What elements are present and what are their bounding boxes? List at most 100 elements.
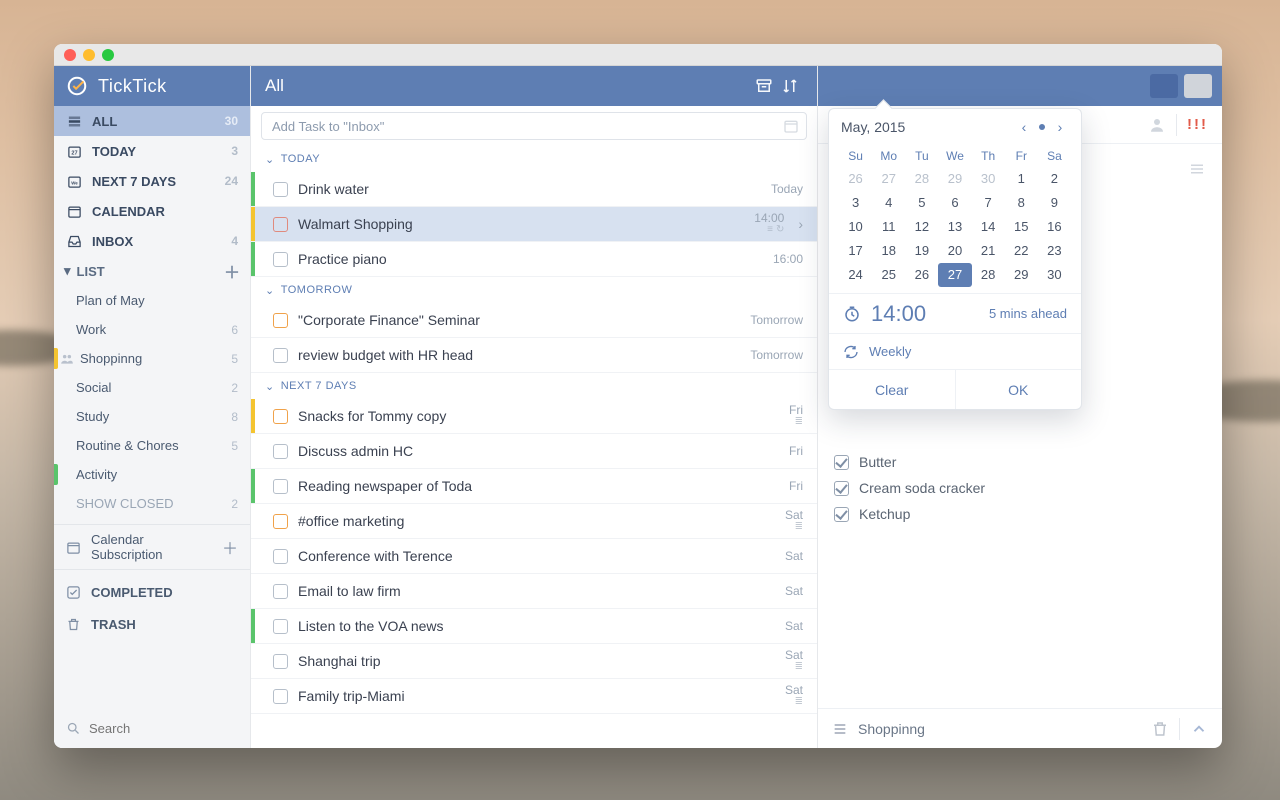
ok-button[interactable]: OK: [956, 370, 1082, 409]
smartlist-today[interactable]: 27TODAY3: [54, 136, 250, 166]
reminder-label[interactable]: 5 mins ahead: [989, 306, 1067, 321]
add-calendar-button[interactable]: ＋: [222, 535, 238, 559]
trash-icon[interactable]: [1151, 720, 1169, 738]
checklist-checkbox[interactable]: [834, 507, 849, 522]
task-checkbox[interactable]: [273, 479, 288, 494]
sort-icon[interactable]: [777, 73, 803, 99]
calendar-day[interactable]: 12: [905, 215, 938, 239]
task-checkbox[interactable]: [273, 689, 288, 704]
task-row[interactable]: Discuss admin HCFri: [251, 434, 817, 469]
calendar-day[interactable]: 23: [1038, 239, 1071, 263]
add-task-input[interactable]: [261, 112, 807, 140]
clear-button[interactable]: Clear: [829, 370, 956, 409]
checklist-checkbox[interactable]: [834, 455, 849, 470]
list-item[interactable]: SHOW CLOSED2: [54, 489, 250, 518]
calendar-day[interactable]: 28: [905, 167, 938, 191]
task-checkbox[interactable]: [273, 348, 288, 363]
list-item[interactable]: Shoppinng5: [54, 344, 250, 373]
calendar-day[interactable]: 1: [1005, 167, 1038, 191]
task-checkbox[interactable]: [273, 654, 288, 669]
archive-icon[interactable]: [751, 73, 777, 99]
task-row[interactable]: Reading newspaper of TodaFri: [251, 469, 817, 504]
calendar-day[interactable]: 29: [938, 167, 971, 191]
calendar-day[interactable]: 19: [905, 239, 938, 263]
task-checkbox[interactable]: [273, 619, 288, 634]
task-row[interactable]: Snacks for Tommy copyFri≣: [251, 399, 817, 434]
calendar-day[interactable]: 29: [1005, 263, 1038, 287]
task-row[interactable]: Practice piano16:00: [251, 242, 817, 277]
list-item[interactable]: Routine & Chores5: [54, 431, 250, 460]
calendar-day[interactable]: 30: [972, 167, 1005, 191]
calendar-day[interactable]: 16: [1038, 215, 1071, 239]
calendar-day[interactable]: 14: [972, 215, 1005, 239]
checklist-item[interactable]: Ketchup: [834, 506, 1206, 522]
smartlist-calendar[interactable]: CALENDAR: [54, 196, 250, 226]
checklist-item[interactable]: Cream soda cracker: [834, 480, 1206, 496]
time-value[interactable]: 14:00: [871, 301, 979, 327]
task-row[interactable]: #office marketingSat≣: [251, 504, 817, 539]
task-checkbox[interactable]: [273, 444, 288, 459]
calendar-icon[interactable]: [783, 118, 799, 134]
calendar-day[interactable]: 24: [839, 263, 872, 287]
list-item[interactable]: Plan of May: [54, 286, 250, 315]
task-group-header[interactable]: ⌄TOMORROW: [251, 277, 817, 303]
calendar-day[interactable]: 26: [905, 263, 938, 287]
task-row[interactable]: Family trip-MiamiSat≣: [251, 679, 817, 714]
calendar-day[interactable]: 27: [872, 167, 905, 191]
calendar-day[interactable]: 11: [872, 215, 905, 239]
task-checkbox[interactable]: [273, 514, 288, 529]
task-row[interactable]: review budget with HR headTomorrow: [251, 338, 817, 373]
search-input[interactable]: [89, 721, 265, 736]
list-item[interactable]: Social2: [54, 373, 250, 402]
task-row[interactable]: Shanghai tripSat≣: [251, 644, 817, 679]
calendar-day[interactable]: 17: [839, 239, 872, 263]
calendar-day[interactable]: 8: [1005, 191, 1038, 215]
task-group-header[interactable]: ⌄NEXT 7 DAYS: [251, 373, 817, 399]
task-group-header[interactable]: ⌄TODAY: [251, 146, 817, 172]
collapse-icon[interactable]: [1190, 720, 1208, 738]
calendar-day[interactable]: 2: [1038, 167, 1071, 191]
calendar-day[interactable]: 3: [839, 191, 872, 215]
calendar-day[interactable]: 21: [972, 239, 1005, 263]
priority-button[interactable]: !!!: [1187, 116, 1208, 133]
today-dot-button[interactable]: [1039, 124, 1045, 130]
task-row[interactable]: "Corporate Finance" SeminarTomorrow: [251, 303, 817, 338]
calendar-day[interactable]: 20: [938, 239, 971, 263]
calendar-day[interactable]: 26: [839, 167, 872, 191]
smartlist-inbox[interactable]: INBOX4: [54, 226, 250, 256]
task-checkbox[interactable]: [273, 409, 288, 424]
header-thumb[interactable]: [1150, 74, 1178, 98]
completed-row[interactable]: COMPLETED: [54, 576, 250, 608]
calendar-day[interactable]: 7: [972, 191, 1005, 215]
prev-month-button[interactable]: ‹: [1015, 119, 1033, 135]
calendar-day[interactable]: 30: [1038, 263, 1071, 287]
task-row[interactable]: Walmart Shopping14:00≡↻›: [251, 207, 817, 242]
smartlist-next-7-days[interactable]: WeNEXT 7 DAYS24: [54, 166, 250, 196]
assignee-icon[interactable]: [1148, 116, 1166, 134]
calendar-day[interactable]: 5: [905, 191, 938, 215]
calendar-day[interactable]: 4: [872, 191, 905, 215]
trash-row[interactable]: TRASH: [54, 608, 250, 640]
list-item[interactable]: Study8: [54, 402, 250, 431]
checklist-toggle-icon[interactable]: [1188, 160, 1206, 178]
list-item[interactable]: Activity: [54, 460, 250, 489]
calendar-day[interactable]: 13: [938, 215, 971, 239]
next-month-button[interactable]: ›: [1051, 119, 1069, 135]
calendar-day[interactable]: 25: [872, 263, 905, 287]
calendar-day[interactable]: 28: [972, 263, 1005, 287]
task-checkbox[interactable]: [273, 584, 288, 599]
task-row[interactable]: Email to law firmSat: [251, 574, 817, 609]
traffic-light-close[interactable]: [64, 49, 76, 61]
task-checkbox[interactable]: [273, 252, 288, 267]
task-checkbox[interactable]: [273, 182, 288, 197]
calendar-day[interactable]: 18: [872, 239, 905, 263]
task-checkbox[interactable]: [273, 549, 288, 564]
task-checkbox[interactable]: [273, 217, 288, 232]
calendar-subscription-row[interactable]: Calendar Subscription ＋: [54, 531, 250, 563]
calendar-day[interactable]: 6: [938, 191, 971, 215]
traffic-light-minimize[interactable]: [83, 49, 95, 61]
task-checkbox[interactable]: [273, 313, 288, 328]
list-item[interactable]: Work6: [54, 315, 250, 344]
lists-section-header[interactable]: ▾ LIST ＋: [54, 256, 250, 286]
repeat-row[interactable]: Weekly: [829, 333, 1081, 369]
